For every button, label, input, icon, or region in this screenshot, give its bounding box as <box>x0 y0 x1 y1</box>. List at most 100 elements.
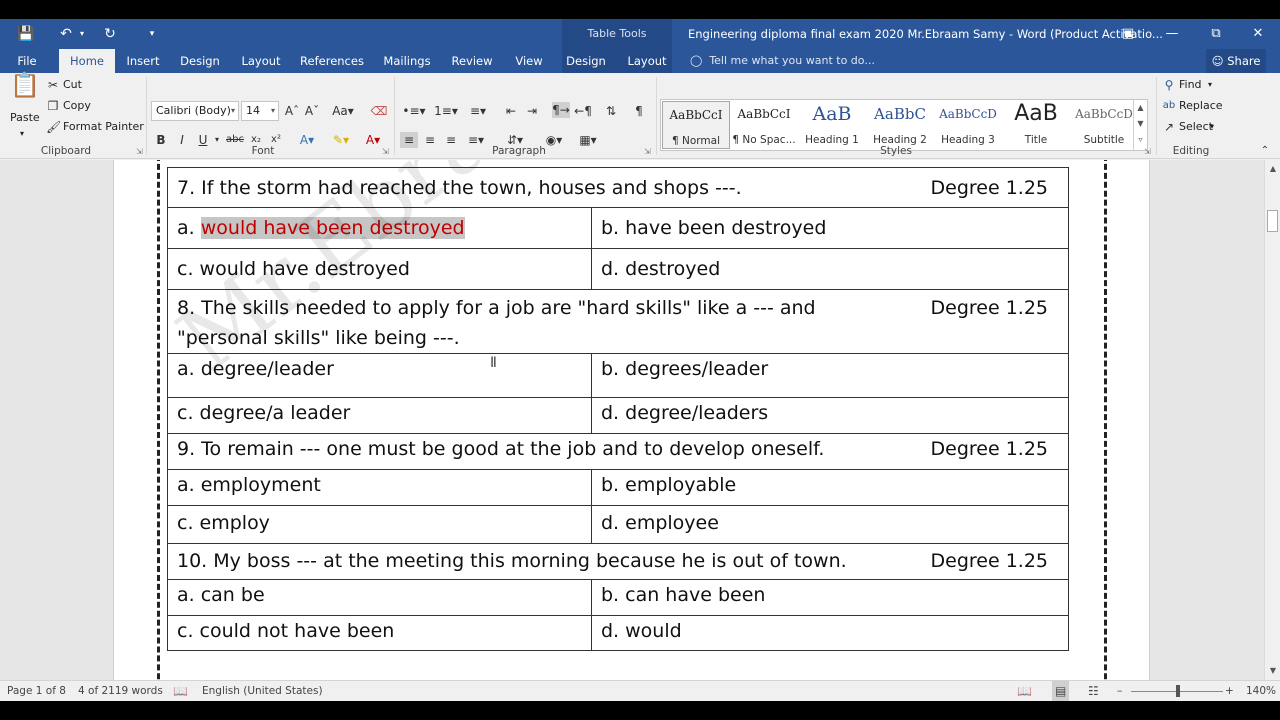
minimize-button[interactable]: — <box>1150 19 1194 49</box>
show-formatting-icon[interactable]: ¶ <box>630 103 648 119</box>
select-dropdown-icon[interactable]: ▾ <box>1210 119 1214 135</box>
styles-gallery-scroll[interactable]: ▲ ▼ ▿ <box>1133 100 1147 150</box>
paragraph-launcher-icon[interactable]: ⇲ <box>644 147 651 156</box>
rtl-direction-icon[interactable]: ←¶ <box>574 103 592 119</box>
option-cell[interactable]: c. degree/a leader <box>167 397 592 434</box>
proofing-icon[interactable]: 📖 <box>173 681 188 701</box>
tab-table-layout[interactable]: Layout <box>624 49 670 73</box>
option-cell[interactable]: d. degree/leaders <box>591 397 1069 434</box>
find-button[interactable]: Find <box>1179 77 1202 93</box>
paste-button[interactable]: Paste <box>10 110 40 126</box>
option-cell[interactable]: b. have been destroyed <box>591 207 1069 249</box>
zoom-slider-thumb[interactable] <box>1176 685 1180 697</box>
option-cell[interactable]: c. employ <box>167 505 592 544</box>
scroll-down-icon[interactable]: ▼ <box>1265 664 1280 678</box>
customize-qat-icon[interactable]: ▾ <box>146 24 158 44</box>
align-right-icon[interactable]: ≡ <box>442 132 460 148</box>
tab-home[interactable]: Home <box>59 49 115 73</box>
option-cell[interactable]: a. would have been destroyed <box>167 207 592 249</box>
numbering-icon[interactable]: 1≡▾ <box>432 103 460 119</box>
option-cell[interactable]: a. can be <box>167 579 592 616</box>
zoom-out-icon[interactable]: – <box>1117 681 1122 701</box>
replace-button[interactable]: Replace <box>1179 98 1223 114</box>
underline-dropdown-icon[interactable]: ▾ <box>212 132 222 148</box>
option-cell[interactable]: a. degree/leader <box>167 353 592 398</box>
tab-file[interactable]: File <box>8 49 46 73</box>
format-painter-button[interactable]: Format Painter <box>63 119 144 135</box>
grow-font-icon[interactable]: Aˆ <box>284 103 300 119</box>
style-normal[interactable]: AaBbCcI ¶ Normal <box>662 101 730 149</box>
ribbon-display-options-icon[interactable]: ▣ <box>1106 19 1150 49</box>
share-button[interactable]: ☺ Share <box>1206 49 1266 73</box>
question-cell[interactable]: 10. My boss --- at the meeting this morn… <box>167 543 1069 580</box>
word-count[interactable]: 4 of 2119 words <box>78 681 163 701</box>
tab-view[interactable]: View <box>510 49 548 73</box>
increase-indent-icon[interactable]: ⇥ <box>523 103 541 119</box>
close-button[interactable]: ✕ <box>1236 19 1280 49</box>
question-cell[interactable]: 9. To remain --- one must be good at the… <box>167 433 1069 470</box>
font-color-icon[interactable]: A▾ <box>360 132 386 148</box>
tab-layout[interactable]: Layout <box>238 49 284 73</box>
option-cell[interactable]: c. would have destroyed <box>167 248 592 290</box>
undo-dropdown-icon[interactable]: ▾ <box>77 24 87 44</box>
underline-icon[interactable]: U <box>196 132 210 148</box>
style-subtitle[interactable]: AaBbCcD Subtitle <box>1070 101 1138 149</box>
print-layout-icon[interactable]: ▤ <box>1052 681 1070 701</box>
option-cell[interactable]: b. employable <box>591 469 1069 506</box>
zoom-level[interactable]: 140% <box>1246 681 1276 701</box>
paste-icon[interactable]: 📋 <box>10 73 40 105</box>
select-button[interactable]: Select <box>1179 119 1213 135</box>
tab-design[interactable]: Design <box>178 49 222 73</box>
copy-button[interactable]: Copy <box>63 98 91 114</box>
text-effects-icon[interactable]: A▾ <box>294 132 320 148</box>
option-cell[interactable]: d. would <box>591 615 1069 651</box>
tab-references[interactable]: References <box>300 49 364 73</box>
bullets-icon[interactable]: •≡▾ <box>400 103 428 119</box>
save-icon[interactable]: 💾 <box>16 24 36 44</box>
page-count[interactable]: Page 1 of 8 <box>7 681 66 701</box>
styles-launcher-icon[interactable]: ⇲ <box>1144 147 1151 156</box>
scroll-up-icon[interactable]: ▲ <box>1265 162 1280 176</box>
multilevel-list-icon[interactable]: ≡▾ <box>464 103 492 119</box>
clear-formatting-icon[interactable]: ⌫ <box>370 103 388 119</box>
borders-icon[interactable]: ▦▾ <box>574 132 602 148</box>
highlight-color-icon[interactable]: ✎▾ <box>328 132 354 148</box>
web-layout-icon[interactable]: ☷ <box>1088 681 1099 701</box>
scrollbar-thumb[interactable] <box>1267 210 1278 232</box>
language-status[interactable]: English (United States) <box>202 681 323 701</box>
shrink-font-icon[interactable]: Aˇ <box>304 103 320 119</box>
style-title[interactable]: AaB Title <box>1002 101 1070 149</box>
decrease-indent-icon[interactable]: ⇤ <box>502 103 520 119</box>
option-cell[interactable]: d. destroyed <box>591 248 1069 290</box>
tab-mailings[interactable]: Mailings <box>380 49 434 73</box>
cut-button[interactable]: Cut <box>63 77 82 93</box>
exam-table[interactable]: 7. If the storm had reached the town, ho… <box>167 167 1069 651</box>
tab-insert[interactable]: Insert <box>122 49 164 73</box>
tab-table-design[interactable]: Design <box>562 49 610 73</box>
undo-icon[interactable]: ↶ <box>56 24 76 44</box>
style-heading-3[interactable]: AaBbCcD Heading 3 <box>934 101 1002 149</box>
clipboard-launcher-icon[interactable]: ⇲ <box>136 147 143 156</box>
style-heading-1[interactable]: AaB Heading 1 <box>798 101 866 149</box>
question-cell[interactable]: 8. The skills needed to apply for a job … <box>167 289 1069 354</box>
style-no-spacing[interactable]: AaBbCcI ¶ No Spac... <box>730 101 798 149</box>
change-case-icon[interactable]: Aa▾ <box>330 103 356 119</box>
tell-me-box[interactable]: ◯ Tell me what you want to do... <box>690 49 875 73</box>
option-cell[interactable]: a. employment <box>167 469 592 506</box>
style-heading-2[interactable]: AaBbC Heading 2 <box>866 101 934 149</box>
vertical-scrollbar[interactable]: ▲ ▼ <box>1264 160 1280 680</box>
bold-icon[interactable]: B <box>154 132 168 148</box>
find-dropdown-icon[interactable]: ▾ <box>1208 77 1212 93</box>
italic-icon[interactable]: I <box>175 132 189 148</box>
tab-review[interactable]: Review <box>448 49 496 73</box>
option-cell[interactable]: d. employee <box>591 505 1069 544</box>
restore-button[interactable]: ⧉ <box>1194 19 1238 49</box>
font-launcher-icon[interactable]: ⇲ <box>382 147 389 156</box>
font-name-combo[interactable]: Calibri (Body) ▾ <box>151 101 239 121</box>
collapse-ribbon-icon[interactable]: ⌃ <box>1258 143 1272 159</box>
redo-icon[interactable]: ↻ <box>100 24 120 44</box>
option-cell[interactable]: b. can have been <box>591 579 1069 616</box>
option-cell[interactable]: c. could not have been <box>167 615 592 651</box>
question-cell[interactable]: 7. If the storm had reached the town, ho… <box>167 167 1069 208</box>
align-left-icon[interactable]: ≡ <box>400 132 418 148</box>
